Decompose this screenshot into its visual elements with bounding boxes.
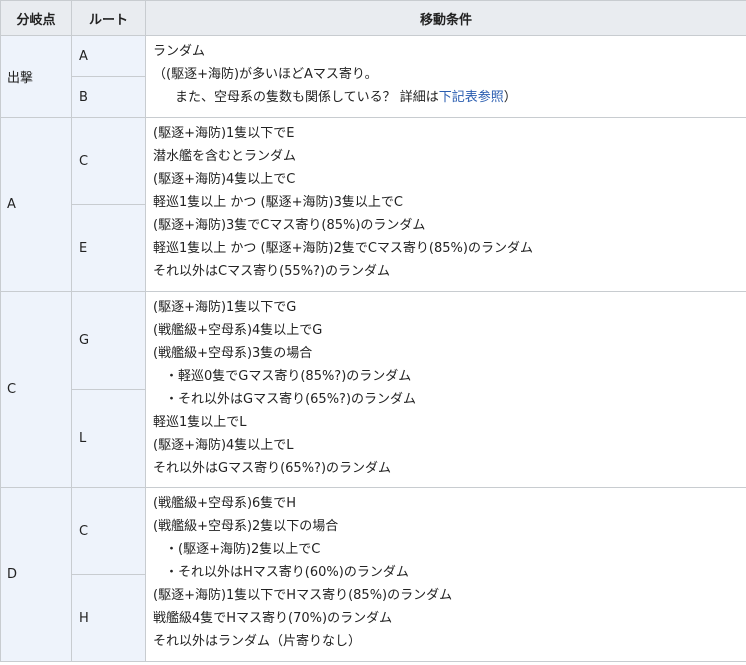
branch-cell: D (0, 487, 72, 662)
condition-line: 戦艦級4隻でHマス寄り(70%)のランダム (153, 611, 393, 626)
condition-line: (駆逐+海防)3隻でCマス寄り(85%)のランダム (153, 218, 426, 233)
condition-line: (戦艦級+空母系)4隻以上でG (153, 323, 323, 338)
condition-cell: (駆逐+海防)1隻以下でG (戦艦級+空母系)4隻以上でG (戦艦級+空母系)3… (145, 291, 746, 488)
condition-line: (駆逐+海防)4隻以上でC (153, 172, 296, 187)
condition-line: それ以外はランダム（片寄りなし） (153, 634, 362, 649)
branch-cell: 出撃 (0, 35, 72, 118)
condition-line: それ以外はGマス寄り(65%?)のランダム (153, 461, 392, 476)
condition-cell: (戦艦級+空母系)6隻でH (戦艦級+空母系)2隻以下の場合 ・(駆逐+海防)2… (145, 487, 746, 662)
condition-line: (駆逐+海防)1隻以下でHマス寄り(85%)のランダム (153, 588, 453, 603)
branch-cell: A (0, 117, 72, 292)
condition-text: ） (503, 90, 517, 105)
routing-table: 分岐点 ルート 移動条件 出撃 A ランダム （(駆逐+海防)が多いほどAマス寄… (0, 0, 746, 662)
route-cell: A (71, 35, 146, 77)
route-cell: C (71, 487, 146, 575)
condition-line: また、空母系の隻数も関係している？ 詳細は下記表参照） (153, 86, 746, 109)
route-cell: C (71, 117, 146, 205)
route-cell: E (71, 204, 146, 292)
condition-line: （(駆逐+海防)が多いほどAマス寄り。 (153, 67, 378, 82)
table-row: C G (駆逐+海防)1隻以下でG (戦艦級+空母系)4隻以上でG (戦艦級+空… (0, 291, 746, 488)
condition-line: (駆逐+海防)4隻以上でL (153, 438, 294, 453)
header-row: 分岐点 ルート 移動条件 (0, 0, 746, 36)
condition-line: それ以外はCマス寄り(55%?)のランダム (153, 264, 391, 279)
table-reference-link[interactable]: 下記表参照 (439, 90, 504, 105)
condition-line: 軽巡1隻以上でL (153, 415, 247, 430)
header-branch[interactable]: 分岐点 (0, 0, 72, 36)
condition-line: 軽巡1隻以上 かつ (駆逐+海防)2隻でCマス寄り(85%)のランダム (153, 241, 533, 256)
condition-line: ランダム (153, 44, 206, 59)
condition-line: (戦艦級+空母系)2隻以下の場合 (153, 519, 339, 534)
condition-line: (駆逐+海防)1隻以下でG (153, 300, 297, 315)
branch-cell: C (0, 291, 72, 488)
condition-line: (戦艦級+空母系)3隻の場合 (153, 346, 313, 361)
condition-line: (駆逐+海防)1隻以下でE (153, 126, 295, 141)
header-route[interactable]: ルート (71, 0, 146, 36)
condition-line: (戦艦級+空母系)6隻でH (153, 496, 297, 511)
condition-line: 潜水艦を含むとランダム (153, 149, 297, 164)
condition-cell: ランダム （(駆逐+海防)が多いほどAマス寄り。 また、空母系の隻数も関係してい… (145, 35, 746, 118)
route-cell: L (71, 389, 146, 488)
condition-line: ・それ以外はHマス寄り(60%)のランダム (165, 565, 409, 580)
route-cell: G (71, 291, 146, 390)
condition-line: ・軽巡0隻でGマス寄り(85%?)のランダム (165, 369, 412, 384)
condition-line: ・それ以外はGマス寄り(65%?)のランダム (165, 392, 417, 407)
condition-line: 軽巡1隻以上 かつ (駆逐+海防)3隻以上でC (153, 195, 403, 210)
route-cell: H (71, 574, 146, 662)
table-row: D C (戦艦級+空母系)6隻でH (戦艦級+空母系)2隻以下の場合 ・(駆逐+… (0, 487, 746, 662)
header-condition[interactable]: 移動条件 (145, 0, 746, 36)
table-row: 出撃 A ランダム （(駆逐+海防)が多いほどAマス寄り。 また、空母系の隻数も… (0, 35, 746, 118)
route-cell: B (71, 76, 146, 118)
condition-text: また、空母系の隻数も関係している？ 詳細は (175, 90, 439, 105)
condition-cell: (駆逐+海防)1隻以下でE 潜水艦を含むとランダム (駆逐+海防)4隻以上でC … (145, 117, 746, 292)
table-row: A C (駆逐+海防)1隻以下でE 潜水艦を含むとランダム (駆逐+海防)4隻以… (0, 117, 746, 292)
condition-line: ・(駆逐+海防)2隻以上でC (165, 542, 321, 557)
